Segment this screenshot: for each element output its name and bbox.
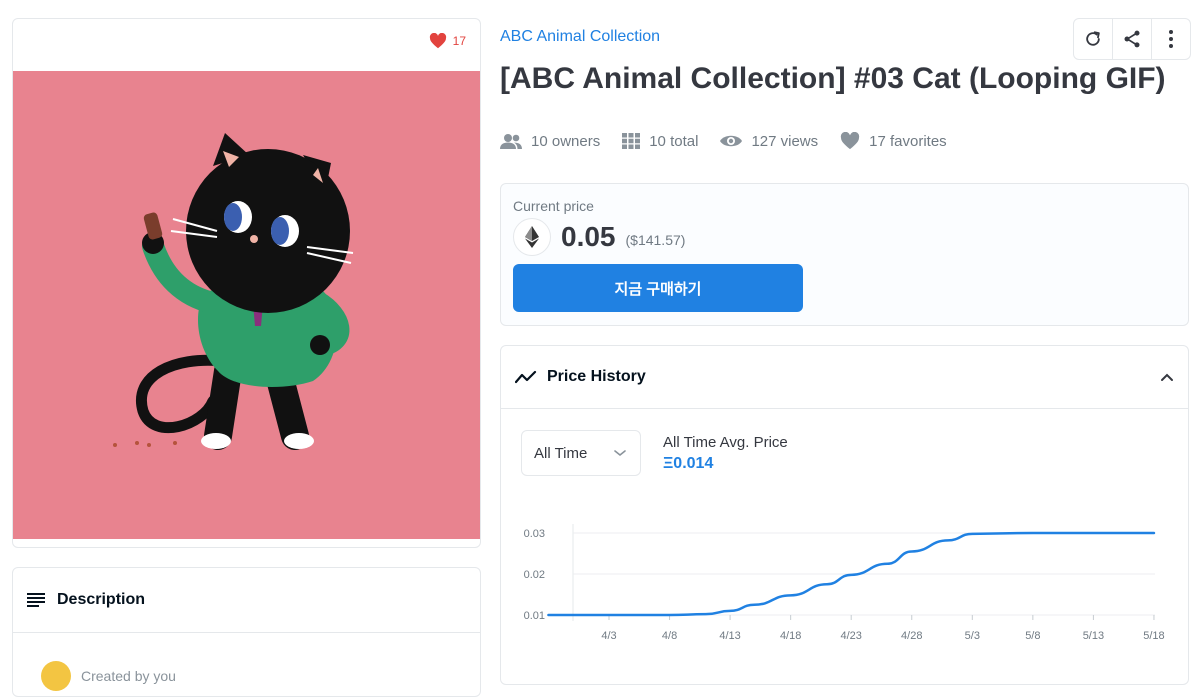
refresh-icon <box>1083 29 1103 49</box>
favorites-count: 17 favorites <box>869 133 947 150</box>
owners-count: 10 owners <box>531 133 600 150</box>
x-tick-label: 4/23 <box>840 630 861 642</box>
buy-now-button[interactable]: 지금 구매하기 <box>513 264 803 312</box>
total-count: 10 total <box>649 133 698 150</box>
owners-stat[interactable]: 10 owners <box>500 133 600 150</box>
favorites-stat[interactable]: 17 favorites <box>840 132 947 150</box>
grid-icon <box>622 133 640 149</box>
created-by-row: Created by you <box>13 633 480 691</box>
favorite-count: 17 <box>453 34 466 48</box>
price-history-card: Price History All Time All Time Avg. Pri… <box>500 345 1189 685</box>
y-tick-label: 0.02 <box>524 569 545 581</box>
heart-icon <box>840 132 860 150</box>
description-lines-icon <box>27 593 45 607</box>
people-icon <box>500 133 522 149</box>
chevron-down-icon <box>614 449 626 457</box>
heart-icon <box>429 33 447 49</box>
stats-row: 10 owners 10 total 127 views 17 favorite… <box>500 132 947 150</box>
price-value: 0.05 <box>561 221 616 253</box>
eye-icon <box>720 134 742 148</box>
page-title: [ABC Animal Collection] #03 Cat (Looping… <box>500 62 1166 96</box>
description-card: Description Created by you <box>12 567 481 697</box>
item-toolbar <box>1073 18 1191 60</box>
price-history-header[interactable]: Price History <box>501 346 1188 409</box>
time-range-value: All Time <box>534 445 587 462</box>
nft-artwork-image[interactable] <box>13 71 481 539</box>
x-tick-label: 4/28 <box>901 630 922 642</box>
current-price-label: Current price <box>513 198 1176 214</box>
x-tick-label: 4/13 <box>719 630 740 642</box>
y-tick-label: 0.03 <box>524 528 545 540</box>
refresh-button[interactable] <box>1074 19 1113 59</box>
price-card: Current price 0.05 ($141.57) 지금 구매하기 <box>500 183 1189 326</box>
x-tick-label: 4/8 <box>662 630 677 642</box>
views-stat: 127 views <box>720 133 818 150</box>
share-icon <box>1122 29 1142 49</box>
artwork-card: 17 <box>12 18 481 548</box>
more-options-button[interactable] <box>1152 19 1190 59</box>
price-history-chart: 0.01 0.02 0.03 4/3 4/8 4/13 4/18 4/23 4/28 5/3 5/8… <box>501 506 1189 685</box>
favorite-toggle[interactable]: 17 <box>429 33 466 49</box>
price-history-title: Price History <box>547 368 1160 386</box>
price-usd: ($141.57) <box>626 232 686 248</box>
time-range-select[interactable]: All Time <box>521 430 641 476</box>
more-vertical-icon <box>1168 29 1174 49</box>
avatar[interactable] <box>41 661 71 691</box>
average-price-label: All Time Avg. Price <box>663 434 788 451</box>
total-stat: 10 total <box>622 133 698 150</box>
trending-icon <box>515 370 537 384</box>
created-by-text: Created by you <box>81 668 176 684</box>
chevron-up-icon[interactable] <box>1160 372 1174 382</box>
x-tick-label: 5/3 <box>965 630 980 642</box>
share-button[interactable] <box>1113 19 1152 59</box>
x-tick-label: 4/3 <box>601 630 616 642</box>
price-row: 0.05 ($141.57) <box>513 218 1176 256</box>
average-price-block: All Time Avg. Price Ξ0.014 <box>663 434 788 473</box>
x-tick-label: 5/18 <box>1143 630 1164 642</box>
x-tick-label: 4/18 <box>780 630 801 642</box>
x-tick-label: 5/8 <box>1025 630 1040 642</box>
x-tick-label: 5/13 <box>1083 630 1104 642</box>
views-count: 127 views <box>751 133 818 150</box>
eth-badge <box>513 218 551 256</box>
ethereum-icon <box>525 226 539 248</box>
collection-link[interactable]: ABC Animal Collection <box>500 28 660 46</box>
y-tick-label: 0.01 <box>524 610 545 622</box>
average-price-value: Ξ0.014 <box>663 455 788 473</box>
cat-illustration <box>13 71 481 539</box>
description-title: Description <box>57 591 145 609</box>
description-header[interactable]: Description <box>13 568 480 633</box>
